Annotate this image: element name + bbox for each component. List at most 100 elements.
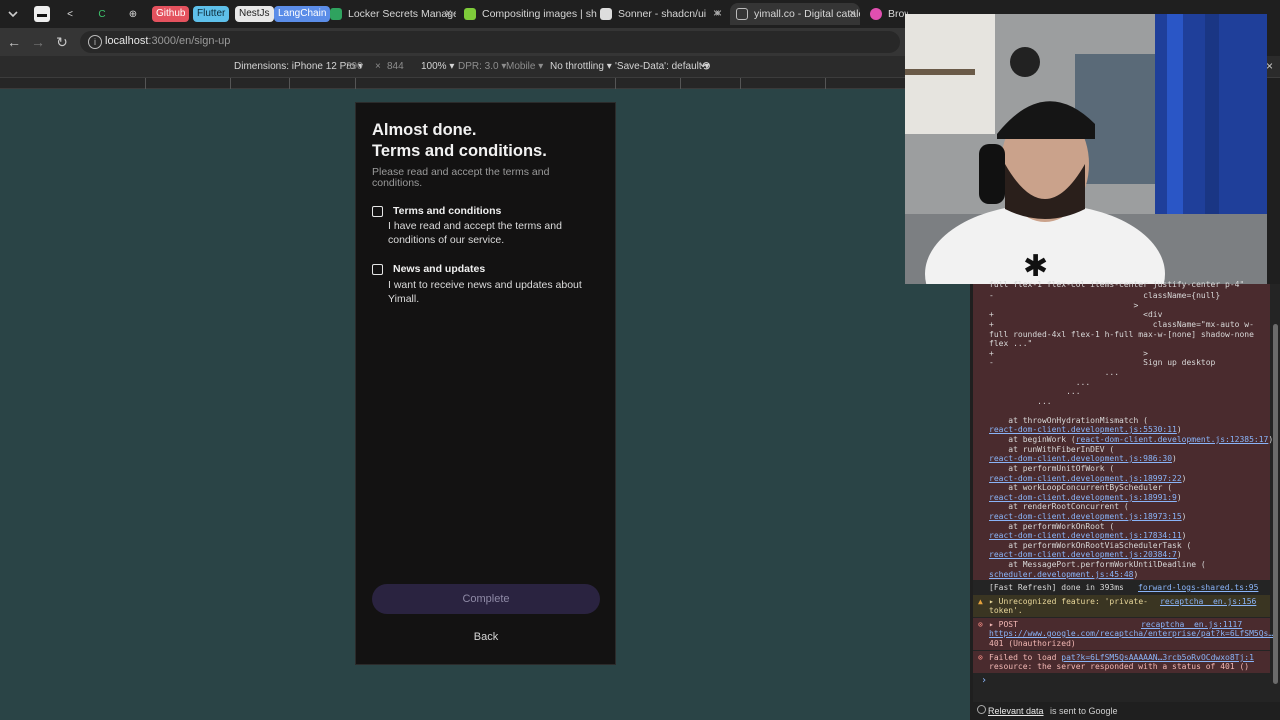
refresh-text: [Fast Refresh] done in 393ms xyxy=(989,583,1124,592)
stack-link-6[interactable]: react-dom-client.development.js:17834:11… xyxy=(989,531,1186,541)
post-status: 401 (Unauthorized) xyxy=(989,639,1076,648)
console-row-warning: ▲ ▸ Unrecognized feature: 'private- toke… xyxy=(973,595,1270,617)
url-field[interactable]: i localhost:3000/en/sign-up xyxy=(80,31,900,53)
terms-checkbox[interactable] xyxy=(372,206,383,217)
pinned-refresh-icon[interactable]: C xyxy=(94,6,110,22)
stack-link-7[interactable]: react-dom-client.development.js:20384:7) xyxy=(989,550,1182,560)
url-path: :3000/en/sign-up xyxy=(148,35,231,47)
console-status-bar: Relevant data is sent to Google xyxy=(973,702,1280,720)
address-bar: ← → ↻ i localhost:3000/en/sign-up xyxy=(0,28,905,56)
rotate-icon[interactable]: ⟲ xyxy=(700,59,710,73)
error-line: + <div xyxy=(989,310,1163,319)
width-input[interactable]: 390 xyxy=(346,61,363,72)
dimensions-label: Dimensions: iPhone 12 Pro xyxy=(234,61,356,72)
post-url-link[interactable]: https://www.google.com/recaptcha/enterpr… xyxy=(989,629,1273,638)
media-query-ruler xyxy=(0,78,970,89)
close-icon[interactable]: × xyxy=(1266,59,1273,73)
console-scrollbar[interactable] xyxy=(1273,324,1278,684)
height-input[interactable]: 844 xyxy=(387,61,404,72)
console-prompt[interactable]: › xyxy=(981,676,987,686)
bookmark-flutter[interactable]: Flutter xyxy=(193,6,230,22)
error-line: - Sign up desktop xyxy=(989,358,1216,367)
globe-icon xyxy=(736,8,748,20)
devtools-console: full flex-1 flex-col items-center justif… xyxy=(973,280,1280,720)
relevant-data-link[interactable]: Relevant data xyxy=(988,706,1044,716)
stack-frame-8: at MessagePort.performWorkUntilDeadline … xyxy=(989,560,1206,569)
forward-arrow-icon[interactable]: → xyxy=(30,34,46,50)
bookmark-langchain[interactable]: LangChain xyxy=(274,6,331,22)
console-row-post-error: ⊗ ▸ POST recaptcha__en.js:1117 https://w… xyxy=(973,618,1273,650)
signup-screen: Almost done. Terms and conditions. Pleas… xyxy=(355,102,616,665)
mobile-label: Mobile xyxy=(506,61,536,72)
fail-text-2: resource: the server responded with a st… xyxy=(989,662,1250,671)
error-line: full flex-1 flex-col items-center justif… xyxy=(989,280,1245,289)
error-line: ... xyxy=(989,397,1052,406)
complete-button[interactable]: Complete xyxy=(372,584,600,614)
reload-icon[interactable]: ↻ xyxy=(54,34,70,50)
tab-browse[interactable]: Browse thousands of Pr xyxy=(868,3,908,25)
stack-frame-1[interactable]: at beginWork (react-dom-client.developme… xyxy=(989,435,1273,445)
heading-terms: Terms and conditions. xyxy=(372,142,547,160)
dribbble-icon xyxy=(870,8,882,20)
shadcn-icon xyxy=(600,8,612,20)
intro-text: Please read and accept the terms and con… xyxy=(372,166,550,189)
console-row-load-failure: ⊗ Failed to load pat?k=6LfSM5QsAAAAAN…3r… xyxy=(973,651,1270,673)
mobile-select[interactable]: Mobile ▾ xyxy=(506,61,543,72)
close-icon[interactable]: × xyxy=(445,6,452,20)
save-data-select[interactable]: 'Save-Data': default ▾ xyxy=(615,61,709,72)
stack-link-2[interactable]: react-dom-client.development.js:986:30) xyxy=(989,454,1177,464)
throttling-select[interactable]: No throttling ▾ xyxy=(550,61,612,72)
pinned-globe-icon[interactable]: ⊕ xyxy=(125,6,141,22)
throttling-label: No throttling xyxy=(550,61,604,72)
svg-text:✱: ✱ xyxy=(1023,249,1048,284)
circle-icon xyxy=(977,705,986,714)
hydration-error-block: full flex-1 flex-col items-center justif… xyxy=(973,280,1273,580)
pinned-tab-icon[interactable]: ▬ xyxy=(34,6,50,22)
post-source-link[interactable]: recaptcha__en.js:1117 xyxy=(1141,620,1242,629)
error-line: flex ..." xyxy=(989,339,1033,348)
close-icon[interactable]: × xyxy=(715,6,722,20)
error-icon: ⊗ xyxy=(978,620,983,629)
terms-description: I have read and accept the terms and con… xyxy=(388,220,562,246)
tab-list-chevron-icon[interactable] xyxy=(6,4,20,24)
heading-almost-done: Almost done. xyxy=(372,121,477,139)
error-line: ... xyxy=(989,387,1081,396)
tab-label: Locker Secrets Manager xyxy=(348,8,456,20)
close-icon[interactable]: × xyxy=(849,6,856,20)
bookmark-github[interactable]: Github xyxy=(152,6,190,22)
dpr-select[interactable]: DPR: 3.0 ▾ xyxy=(458,61,506,72)
dimensions-select[interactable]: Dimensions: iPhone 12 Pro ▾ xyxy=(234,61,363,72)
tab-label: Sonner - shadcn/ui xyxy=(618,8,707,20)
zoom-label: 100% xyxy=(421,61,447,72)
warning-icon: ▲ xyxy=(978,597,983,606)
back-button[interactable]: Back xyxy=(372,627,600,647)
stack-link-0[interactable]: react-dom-client.development.js:5530:11) xyxy=(989,425,1182,435)
error-icon: ⊗ xyxy=(978,653,983,662)
info-icon[interactable]: i xyxy=(88,35,102,49)
pinned-share-icon[interactable]: < xyxy=(62,6,78,22)
bookmark-nestjs[interactable]: NestJs xyxy=(235,6,274,22)
warning-text-2: token'. xyxy=(989,606,1023,615)
back-arrow-icon[interactable]: ← xyxy=(6,34,22,50)
warning-source-link[interactable]: recaptcha__en.js:156 xyxy=(1160,597,1256,606)
error-line: - className={null} xyxy=(989,291,1221,300)
zoom-select[interactable]: 100% ▾ xyxy=(421,61,454,72)
tab-yimall[interactable]: yimall.co - Digital catalo × xyxy=(730,3,860,25)
fail-link[interactable]: pat?k=6LfSM5QsAAAAAN…3rcb5oRvOCdwxo8Tj:1 xyxy=(1061,653,1254,662)
status-text: is sent to Google xyxy=(1050,706,1118,716)
error-line: ... xyxy=(989,368,1120,377)
stack-frame-4: at workLoopConcurrentByScheduler ( xyxy=(989,483,1173,492)
stack-link-5[interactable]: react-dom-client.development.js:18973:15… xyxy=(989,512,1186,522)
stack-link-8[interactable]: scheduler.development.js:45:48) xyxy=(989,570,1138,580)
news-checkbox[interactable] xyxy=(372,264,383,275)
shield-icon xyxy=(330,8,342,20)
times-sign: × xyxy=(375,61,381,72)
tab-locker[interactable]: Locker Secrets Manager × xyxy=(330,3,456,25)
tab-label: yimall.co - Digital catalo xyxy=(754,8,860,20)
error-line: + className="mx-auto w- xyxy=(989,320,1254,329)
terms-title: Terms and conditions xyxy=(393,205,502,217)
news-title: News and updates xyxy=(393,263,486,275)
refresh-source-link[interactable]: forward-logs-shared.ts:95 xyxy=(1138,583,1258,592)
tab-sonner[interactable]: Sonner - shadcn/ui × xyxy=(600,3,726,25)
stack-frame-3: at performUnitOfWork ( xyxy=(989,464,1115,473)
